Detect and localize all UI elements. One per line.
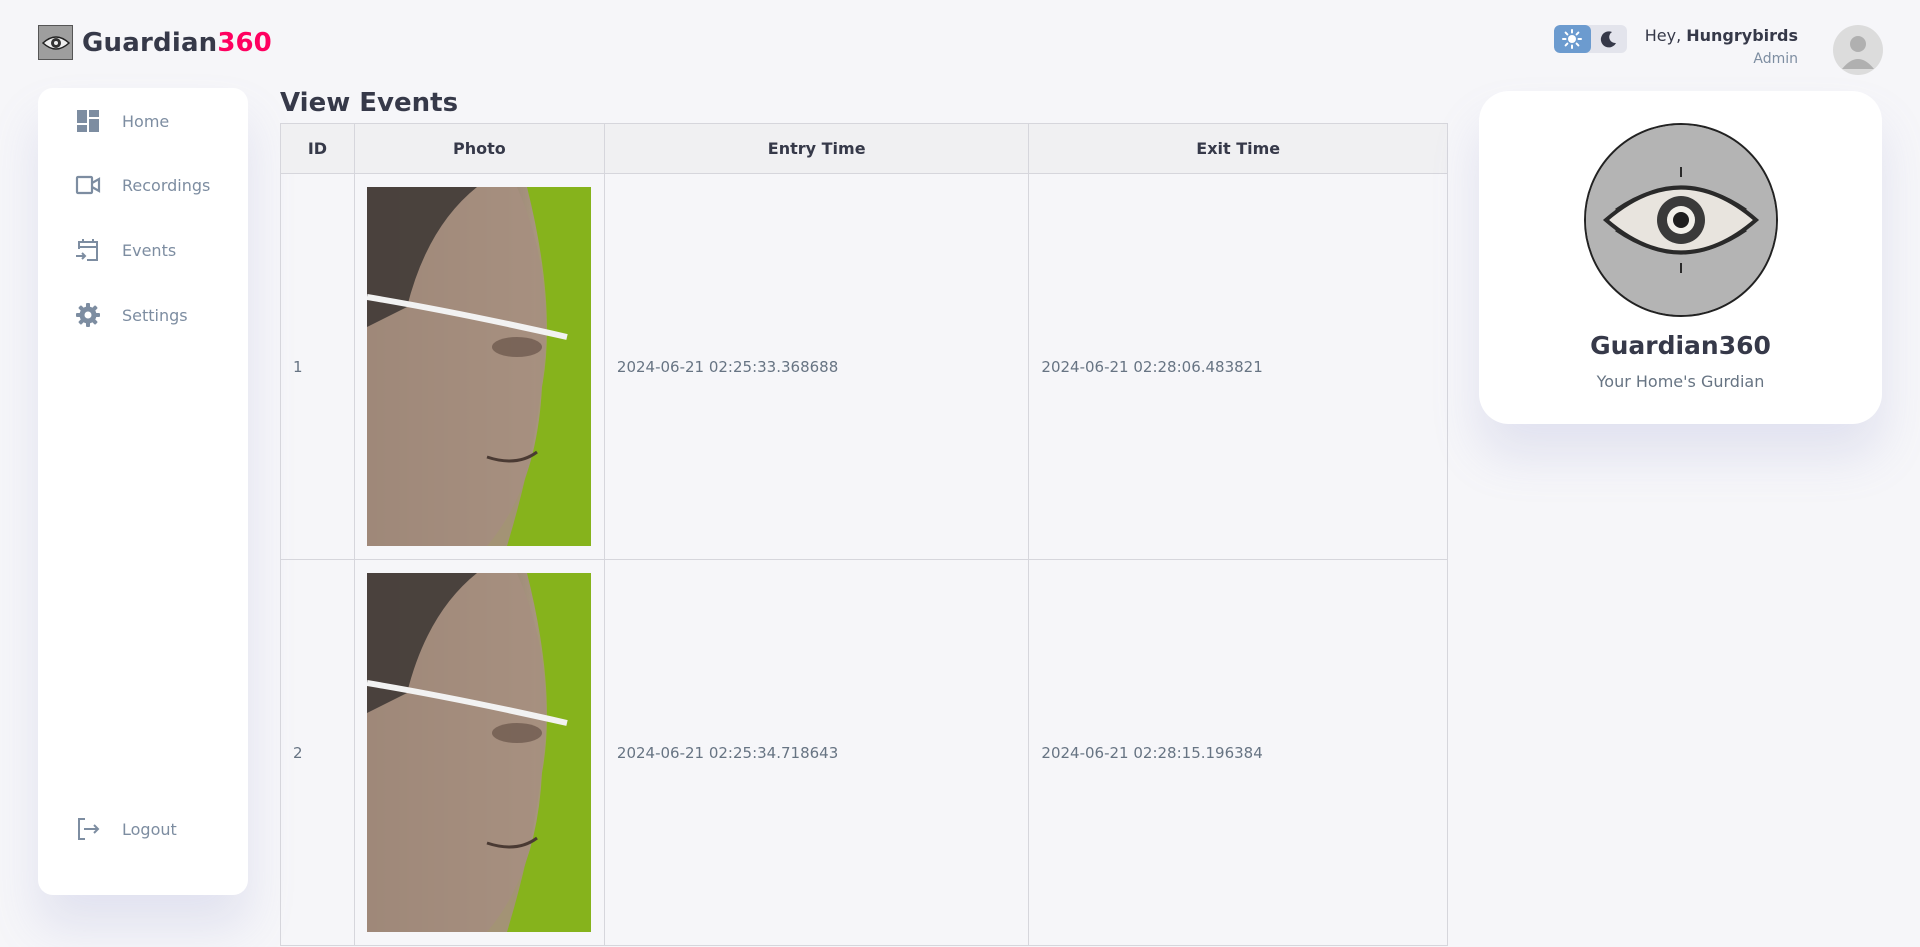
sidebar-item-label: Home — [122, 111, 170, 131]
event-photo[interactable] — [366, 187, 591, 546]
user-role: Admin — [1753, 51, 1798, 67]
moon-icon[interactable] — [1591, 25, 1628, 53]
user-greeting: Hey, Hungrybirds Admin — [1645, 26, 1798, 67]
logout-button[interactable]: Logout — [74, 814, 177, 844]
cell-entry-time: 2024-06-21 02:25:34.718643 — [603, 559, 1030, 946]
sidebar-item-label: Events — [122, 240, 177, 260]
user-silhouette-icon — [1842, 36, 1874, 69]
video-camera-icon — [74, 171, 102, 199]
column-header-exit-time: Exit Time — [1028, 123, 1448, 174]
cell-id: 2 — [280, 559, 355, 946]
logout-label: Logout — [122, 819, 177, 839]
profile-logo-eye-icon — [1584, 123, 1778, 317]
sidebar: Home Recordings Events Settings Logout — [38, 88, 248, 895]
profile-card: Guardian360 Your Home's Gurdian — [1479, 91, 1882, 424]
sidebar-item-label: Settings — [122, 305, 188, 325]
avatar[interactable] — [1833, 25, 1883, 75]
brand[interactable]: Guardian360 — [38, 25, 272, 60]
table-row: 2 2024-06-21 02:25:34.718643 2024-06-21 … — [280, 559, 1448, 946]
cell-photo — [353, 173, 605, 560]
page-title: View Events — [280, 88, 459, 118]
cell-exit-time: 2024-06-21 02:28:06.483821 — [1028, 173, 1448, 560]
sidebar-item-events[interactable]: Events — [74, 235, 176, 265]
brand-name: Guardian360 — [82, 27, 272, 58]
column-header-photo: Photo — [353, 123, 605, 174]
calendar-entry-icon — [74, 236, 102, 264]
event-photo[interactable] — [366, 573, 591, 932]
gear-icon — [74, 301, 102, 329]
sidebar-item-label: Recordings — [122, 175, 211, 195]
user-name: Hungrybirds — [1686, 26, 1798, 45]
cell-exit-time: 2024-06-21 02:28:15.196384 — [1028, 559, 1448, 946]
eye-icon — [38, 25, 73, 60]
events-table: ID Photo Entry Time Exit Time 1 2024-06-… — [280, 123, 1448, 946]
sun-icon[interactable] — [1554, 25, 1591, 53]
sidebar-item-settings[interactable]: Settings — [74, 300, 188, 330]
column-header-id: ID — [280, 123, 355, 174]
sidebar-item-recordings[interactable]: Recordings — [74, 170, 210, 200]
profile-tagline: Your Home's Gurdian — [1596, 372, 1765, 391]
greeting-prefix: Hey, — [1644, 26, 1687, 45]
logout-icon — [74, 815, 102, 843]
theme-toggle[interactable] — [1554, 25, 1627, 53]
column-header-entry-time: Entry Time — [603, 123, 1030, 174]
cell-entry-time: 2024-06-21 02:25:33.368688 — [603, 173, 1030, 560]
table-header-row: ID Photo Entry Time Exit Time — [280, 123, 1448, 174]
table-row: 1 2024-06-21 02:25:33.368688 2024-06-21 … — [280, 173, 1448, 560]
cell-id: 1 — [280, 173, 355, 560]
profile-name: Guardian360 — [1590, 331, 1771, 360]
sidebar-item-home[interactable]: Home — [74, 106, 169, 136]
cell-photo — [353, 559, 605, 946]
dashboard-icon — [74, 107, 102, 135]
